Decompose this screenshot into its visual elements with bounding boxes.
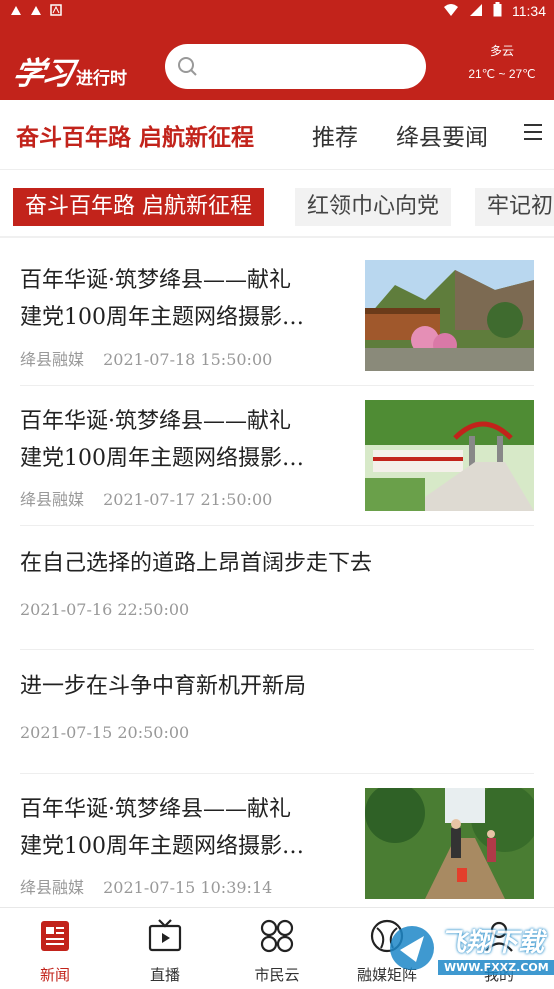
news-title-line2: 建党100周年主题网络摄影… bbox=[20, 446, 304, 471]
clock-time: 11:34 bbox=[512, 3, 546, 19]
weather-temperature: 21℃ ~ 27℃ bbox=[468, 67, 536, 81]
news-item[interactable]: 在自己选择的道路上昂首阔步走下去 2021-07-16 22:50:00 bbox=[20, 526, 534, 650]
tab-county-news[interactable]: 绛县要闻 bbox=[396, 118, 488, 152]
news-title-line1: 进一步在斗争中育新机开新局 bbox=[20, 674, 307, 699]
nav-live-label: 直播 bbox=[149, 967, 180, 984]
news-title-line2: 建党100周年主题网络摄影… bbox=[20, 834, 304, 859]
signal-icon bbox=[469, 3, 483, 20]
watermark-logo-icon bbox=[390, 926, 434, 970]
subtab-remember[interactable]: 牢记初 bbox=[475, 188, 554, 226]
news-meta: 2021-07-15 20:50:00 bbox=[20, 723, 189, 742]
news-item[interactable]: 百年华诞·筑梦绛县——献礼 建党100周年主题网络摄影… 绛县融媒 2021-0… bbox=[20, 774, 534, 906]
subchannel-tabs: 奋斗百年路 启航新征程 红领巾心向党 牢记初 bbox=[0, 186, 554, 228]
news-item[interactable]: 百年华诞·筑梦绛县——献礼 建党100周年主题网络摄影… 绛县融媒 2021-0… bbox=[20, 238, 534, 386]
wifi-icon bbox=[443, 3, 459, 20]
news-title-line1: 百年华诞·筑梦绛县——献礼 bbox=[20, 409, 291, 434]
news-source: 绛县融媒 bbox=[20, 350, 85, 369]
nav-citizen-cloud-label: 市民云 bbox=[254, 967, 300, 984]
news-title-line2: 建党100周年主题网络摄影… bbox=[20, 305, 304, 330]
channel-tabs: 奋斗百年路 启航新征程 推荐 绛县要闻 bbox=[0, 100, 554, 170]
news-thumbnail bbox=[365, 400, 534, 511]
apps-icon bbox=[259, 918, 295, 954]
logo-subtitle: 进行时 bbox=[76, 69, 127, 88]
search-input[interactable] bbox=[165, 44, 426, 89]
news-title-line1: 在自己选择的道路上昂首阔步走下去 bbox=[20, 551, 373, 576]
weather-condition: 多云 bbox=[489, 44, 514, 58]
news-thumbnail bbox=[365, 260, 534, 371]
news-source: 绛县融媒 bbox=[20, 878, 85, 897]
menu-icon[interactable] bbox=[524, 124, 542, 142]
news-meta: 绛县融媒 2021-07-15 10:39:14 bbox=[20, 874, 272, 898]
battery-icon bbox=[493, 2, 502, 20]
app-header: 学习 进行时 多云 21℃ ~ 27℃ bbox=[0, 22, 554, 100]
notification-icon bbox=[10, 3, 22, 15]
subtab-featured[interactable]: 奋斗百年路 启航新征程 bbox=[13, 188, 264, 226]
weather-widget[interactable]: 多云 21℃ ~ 27℃ bbox=[462, 42, 542, 81]
news-meta: 绛县融媒 2021-07-17 21:50:00 bbox=[20, 486, 272, 510]
news-title-line1: 百年华诞·筑梦绛县——献礼 bbox=[20, 797, 291, 822]
search-icon bbox=[178, 57, 197, 76]
notification-icon bbox=[30, 3, 42, 15]
nav-citizen-cloud[interactable]: 市民云 bbox=[222, 908, 332, 989]
news-time: 2021-07-15 10:39:14 bbox=[103, 878, 273, 897]
news-item[interactable]: 百年华诞·筑梦绛县——献礼 建党100周年主题网络摄影… 绛县融媒 2021-0… bbox=[20, 386, 534, 526]
subtab-red-scarf[interactable]: 红领巾心向党 bbox=[295, 188, 452, 226]
watermark: 飞翔下载 WWW.FXXZ.COM bbox=[388, 918, 554, 984]
watermark-text: 飞翔下载 bbox=[440, 928, 545, 958]
news-title-line1: 百年华诞·筑梦绛县——献礼 bbox=[20, 268, 291, 293]
status-bar: 11:34 bbox=[0, 0, 554, 22]
news-time: 2021-07-17 21:50:00 bbox=[103, 490, 273, 509]
tv-icon bbox=[147, 918, 183, 954]
news-icon bbox=[37, 918, 73, 954]
news-item[interactable]: 进一步在斗争中育新机开新局 2021-07-15 20:50:00 bbox=[20, 650, 534, 774]
tab-recommend[interactable]: 推荐 bbox=[312, 118, 358, 152]
news-source: 绛县融媒 bbox=[20, 490, 85, 509]
watermark-url: WWW.FXXZ.COM bbox=[438, 960, 554, 975]
tab-featured[interactable]: 奋斗百年路 启航新征程 bbox=[16, 118, 254, 152]
news-meta: 绛县融媒 2021-07-18 15:50:00 bbox=[20, 346, 272, 370]
notification-icon bbox=[50, 3, 62, 16]
news-time: 2021-07-15 20:50:00 bbox=[20, 723, 190, 742]
news-time: 2021-07-18 15:50:00 bbox=[103, 350, 273, 369]
app-logo[interactable]: 学习 进行时 bbox=[9, 48, 127, 93]
news-thumbnail bbox=[365, 788, 534, 899]
news-time: 2021-07-16 22:50:00 bbox=[20, 600, 190, 619]
news-meta: 2021-07-16 22:50:00 bbox=[20, 600, 189, 619]
nav-live[interactable]: 直播 bbox=[110, 908, 220, 989]
nav-news[interactable]: 新闻 bbox=[0, 908, 110, 989]
logo-script: 学习 bbox=[9, 56, 76, 92]
nav-news-label: 新闻 bbox=[39, 967, 70, 984]
